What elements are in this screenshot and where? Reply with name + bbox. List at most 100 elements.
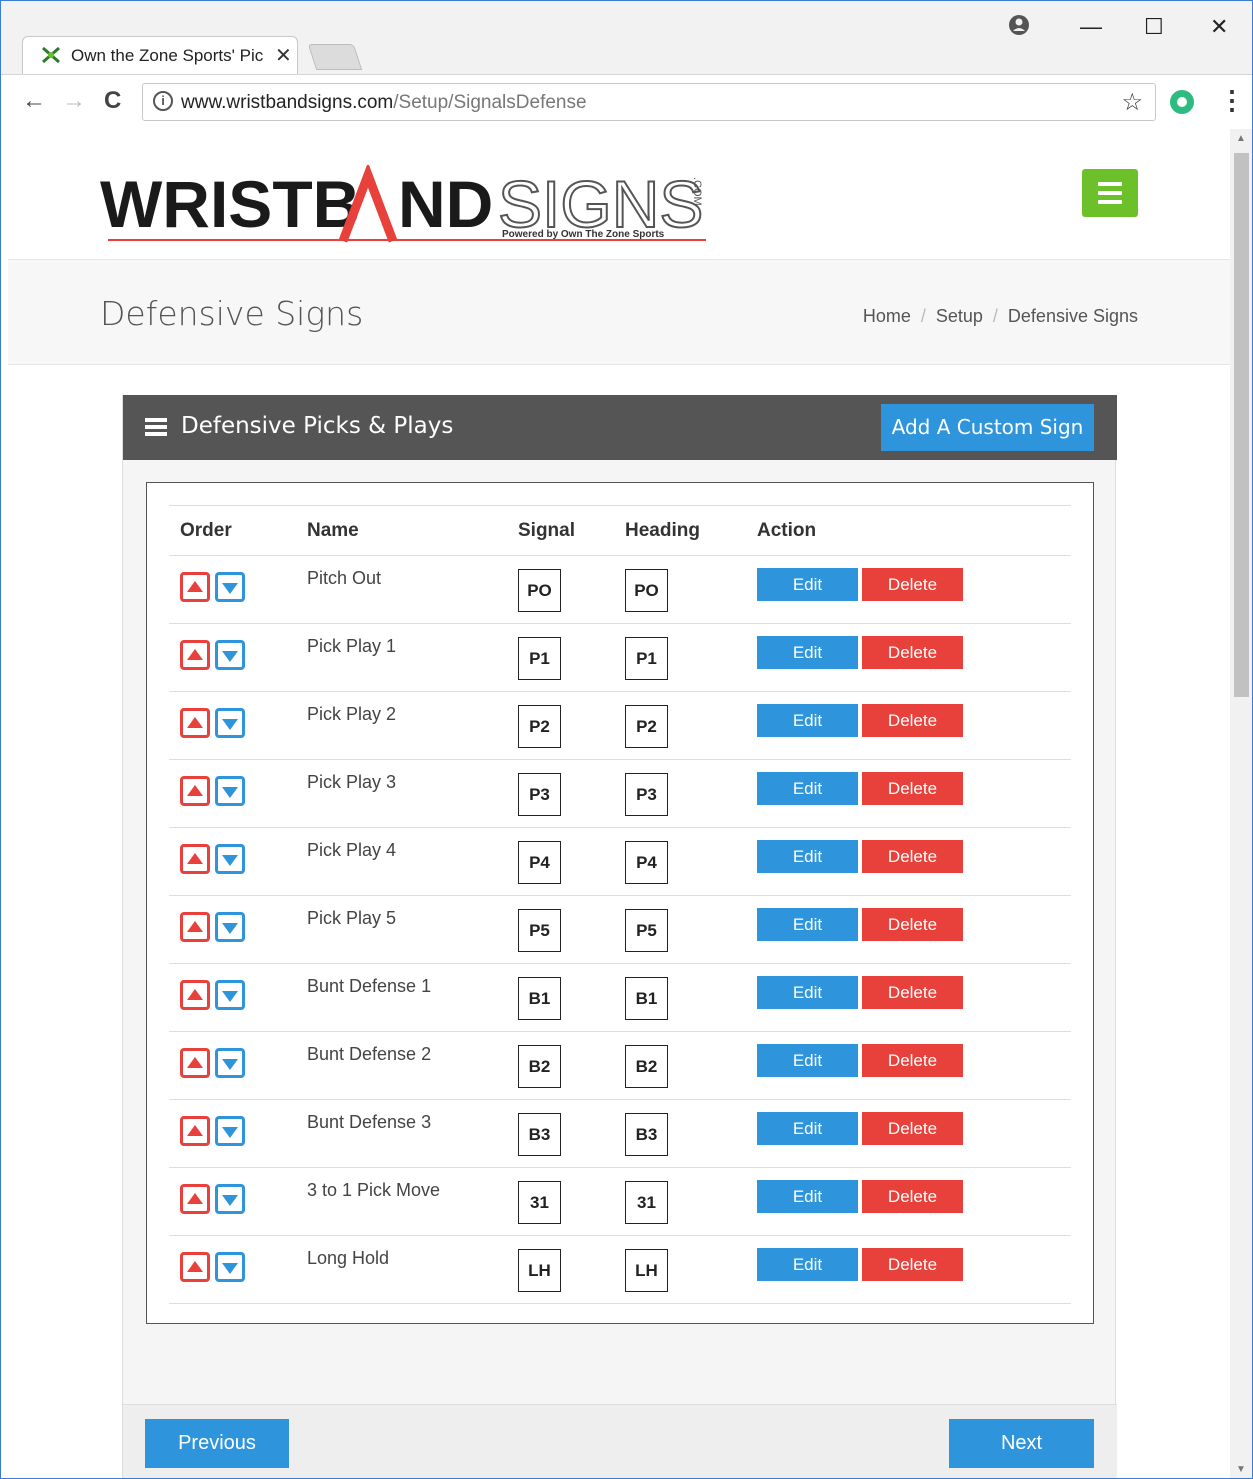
delete-button[interactable]: Delete (862, 1044, 963, 1077)
move-down-icon[interactable] (215, 1048, 245, 1078)
move-up-icon[interactable] (180, 980, 210, 1010)
move-down-icon[interactable] (215, 1252, 245, 1282)
profile-icon[interactable] (1008, 14, 1030, 42)
edit-button[interactable]: Edit (757, 568, 858, 601)
scrollbar-thumb[interactable] (1234, 153, 1249, 697)
heading-code: P4 (625, 841, 668, 884)
move-up-icon[interactable] (180, 708, 210, 738)
edit-button[interactable]: Edit (757, 976, 858, 1009)
move-up-icon[interactable] (180, 572, 210, 602)
site-info-icon[interactable]: i (153, 91, 173, 111)
site-favicon-icon (42, 46, 60, 64)
table-row: Bunt Defense 3 B3 B3 Edit Delete (169, 1099, 1071, 1168)
signal-code: P2 (518, 705, 561, 748)
column-header-order: Order (169, 505, 296, 556)
sign-name: Pick Play 5 (296, 895, 518, 964)
move-up-icon[interactable] (180, 1252, 210, 1282)
move-up-icon[interactable] (180, 844, 210, 874)
signal-code: P1 (518, 637, 561, 680)
signal-cell: LH (518, 1235, 625, 1304)
move-up-icon[interactable] (180, 640, 210, 670)
delete-button[interactable]: Delete (862, 704, 963, 737)
move-down-icon[interactable] (215, 776, 245, 806)
edit-button[interactable]: Edit (757, 1180, 858, 1213)
scroll-down-icon[interactable]: ▼ (1236, 1464, 1246, 1475)
previous-button[interactable]: Previous (145, 1419, 289, 1468)
extension-icon[interactable] (1170, 90, 1194, 114)
move-down-icon[interactable] (215, 1116, 245, 1146)
vertical-scrollbar[interactable]: ▲ ▼ (1230, 129, 1253, 1479)
edit-button[interactable]: Edit (757, 636, 858, 669)
delete-button[interactable]: Delete (862, 1112, 963, 1145)
table-body: Pitch Out PO PO Edit Delete Pick Play 1 P1 P1 Ed… (169, 555, 1071, 1304)
signal-cell: B2 (518, 1031, 625, 1100)
forward-icon[interactable]: → (62, 87, 86, 115)
edit-button[interactable]: Edit (757, 1112, 858, 1145)
move-up-icon[interactable] (180, 912, 210, 942)
move-up-icon[interactable] (180, 1116, 210, 1146)
move-down-icon[interactable] (215, 572, 245, 602)
url-host: www.wristbandsigns.com (181, 92, 394, 113)
edit-button[interactable]: Edit (757, 772, 858, 805)
move-down-icon[interactable] (215, 912, 245, 942)
delete-button[interactable]: Delete (862, 636, 963, 669)
edit-button[interactable]: Edit (757, 1248, 858, 1281)
tab-title: Own the Zone Sports' Pic (71, 46, 264, 65)
heading-cell: P3 (625, 759, 757, 828)
close-window-icon[interactable]: ✕ (1210, 14, 1228, 40)
browser-tab[interactable]: Own the Zone Sports' Pic ✕ (22, 36, 298, 74)
signal-cell: 31 (518, 1167, 625, 1236)
heading-cell: PO (625, 555, 757, 624)
edit-button[interactable]: Edit (757, 908, 858, 941)
move-up-icon[interactable] (180, 1048, 210, 1078)
edit-button[interactable]: Edit (757, 704, 858, 737)
browser-menu-icon[interactable]: ⋮ (1219, 85, 1245, 116)
move-down-icon[interactable] (215, 1184, 245, 1214)
scroll-up-icon[interactable]: ▲ (1236, 133, 1246, 144)
breadcrumb: Home / Setup / Defensive Signs (863, 306, 1138, 327)
delete-button[interactable]: Delete (862, 1248, 963, 1281)
move-down-icon[interactable] (215, 844, 245, 874)
delete-button[interactable]: Delete (862, 568, 963, 601)
action-cell: Edit Delete (757, 1031, 1071, 1100)
move-down-icon[interactable] (215, 708, 245, 738)
column-header-action: Action (757, 505, 1071, 556)
breadcrumb-setup[interactable]: Setup (936, 306, 983, 326)
reload-icon[interactable]: C (104, 87, 121, 115)
signal-cell: B1 (518, 963, 625, 1032)
move-up-icon[interactable] (180, 1184, 210, 1214)
logo-text-1: WRISTB (100, 167, 360, 241)
back-icon[interactable]: ← (22, 87, 46, 115)
next-button[interactable]: Next (949, 1419, 1094, 1468)
logo-dotcom: .COM (691, 177, 703, 206)
move-down-icon[interactable] (215, 640, 245, 670)
signal-code: B2 (518, 1045, 561, 1088)
delete-button[interactable]: Delete (862, 772, 963, 805)
table-row: Bunt Defense 1 B1 B1 Edit Delete (169, 963, 1071, 1032)
wristbandsigns-logo[interactable]: WRISTB ND SIGNS .COM Powered by Own The … (100, 165, 710, 247)
address-bar[interactable]: i www.wristbandsigns.com/Setup/SignalsDe… (142, 83, 1156, 121)
page-title-bar: Defensive Signs Home / Setup / Defensive Sig… (8, 259, 1230, 365)
delete-button[interactable]: Delete (862, 840, 963, 873)
table-row: Pick Play 4 P4 P4 Edit Delete (169, 827, 1071, 896)
minimize-icon[interactable]: — (1080, 14, 1102, 40)
bookmark-star-icon[interactable]: ☆ (1121, 88, 1143, 117)
move-up-icon[interactable] (180, 776, 210, 806)
tab-close-icon[interactable]: ✕ (275, 43, 292, 68)
heading-code: 31 (625, 1181, 668, 1224)
delete-button[interactable]: Delete (862, 976, 963, 1009)
delete-button[interactable]: Delete (862, 908, 963, 941)
defensive-picks-panel: Defensive Picks & Plays Add A Custom Sig… (122, 395, 1117, 1479)
hamburger-menu-icon[interactable] (1082, 169, 1138, 217)
edit-button[interactable]: Edit (757, 1044, 858, 1077)
breadcrumb-home[interactable]: Home (863, 306, 911, 326)
maximize-icon[interactable]: ☐ (1144, 14, 1164, 40)
delete-button[interactable]: Delete (862, 1180, 963, 1213)
url-text[interactable]: www.wristbandsigns.com/Setup/SignalsDefe… (181, 92, 587, 114)
move-down-icon[interactable] (215, 980, 245, 1010)
action-cell: Edit Delete (757, 1235, 1071, 1304)
logo-tagline: Powered by Own The Zone Sports (502, 229, 665, 240)
new-tab-button[interactable] (307, 44, 363, 70)
edit-button[interactable]: Edit (757, 840, 858, 873)
add-custom-sign-button[interactable]: Add A Custom Sign (881, 404, 1094, 451)
